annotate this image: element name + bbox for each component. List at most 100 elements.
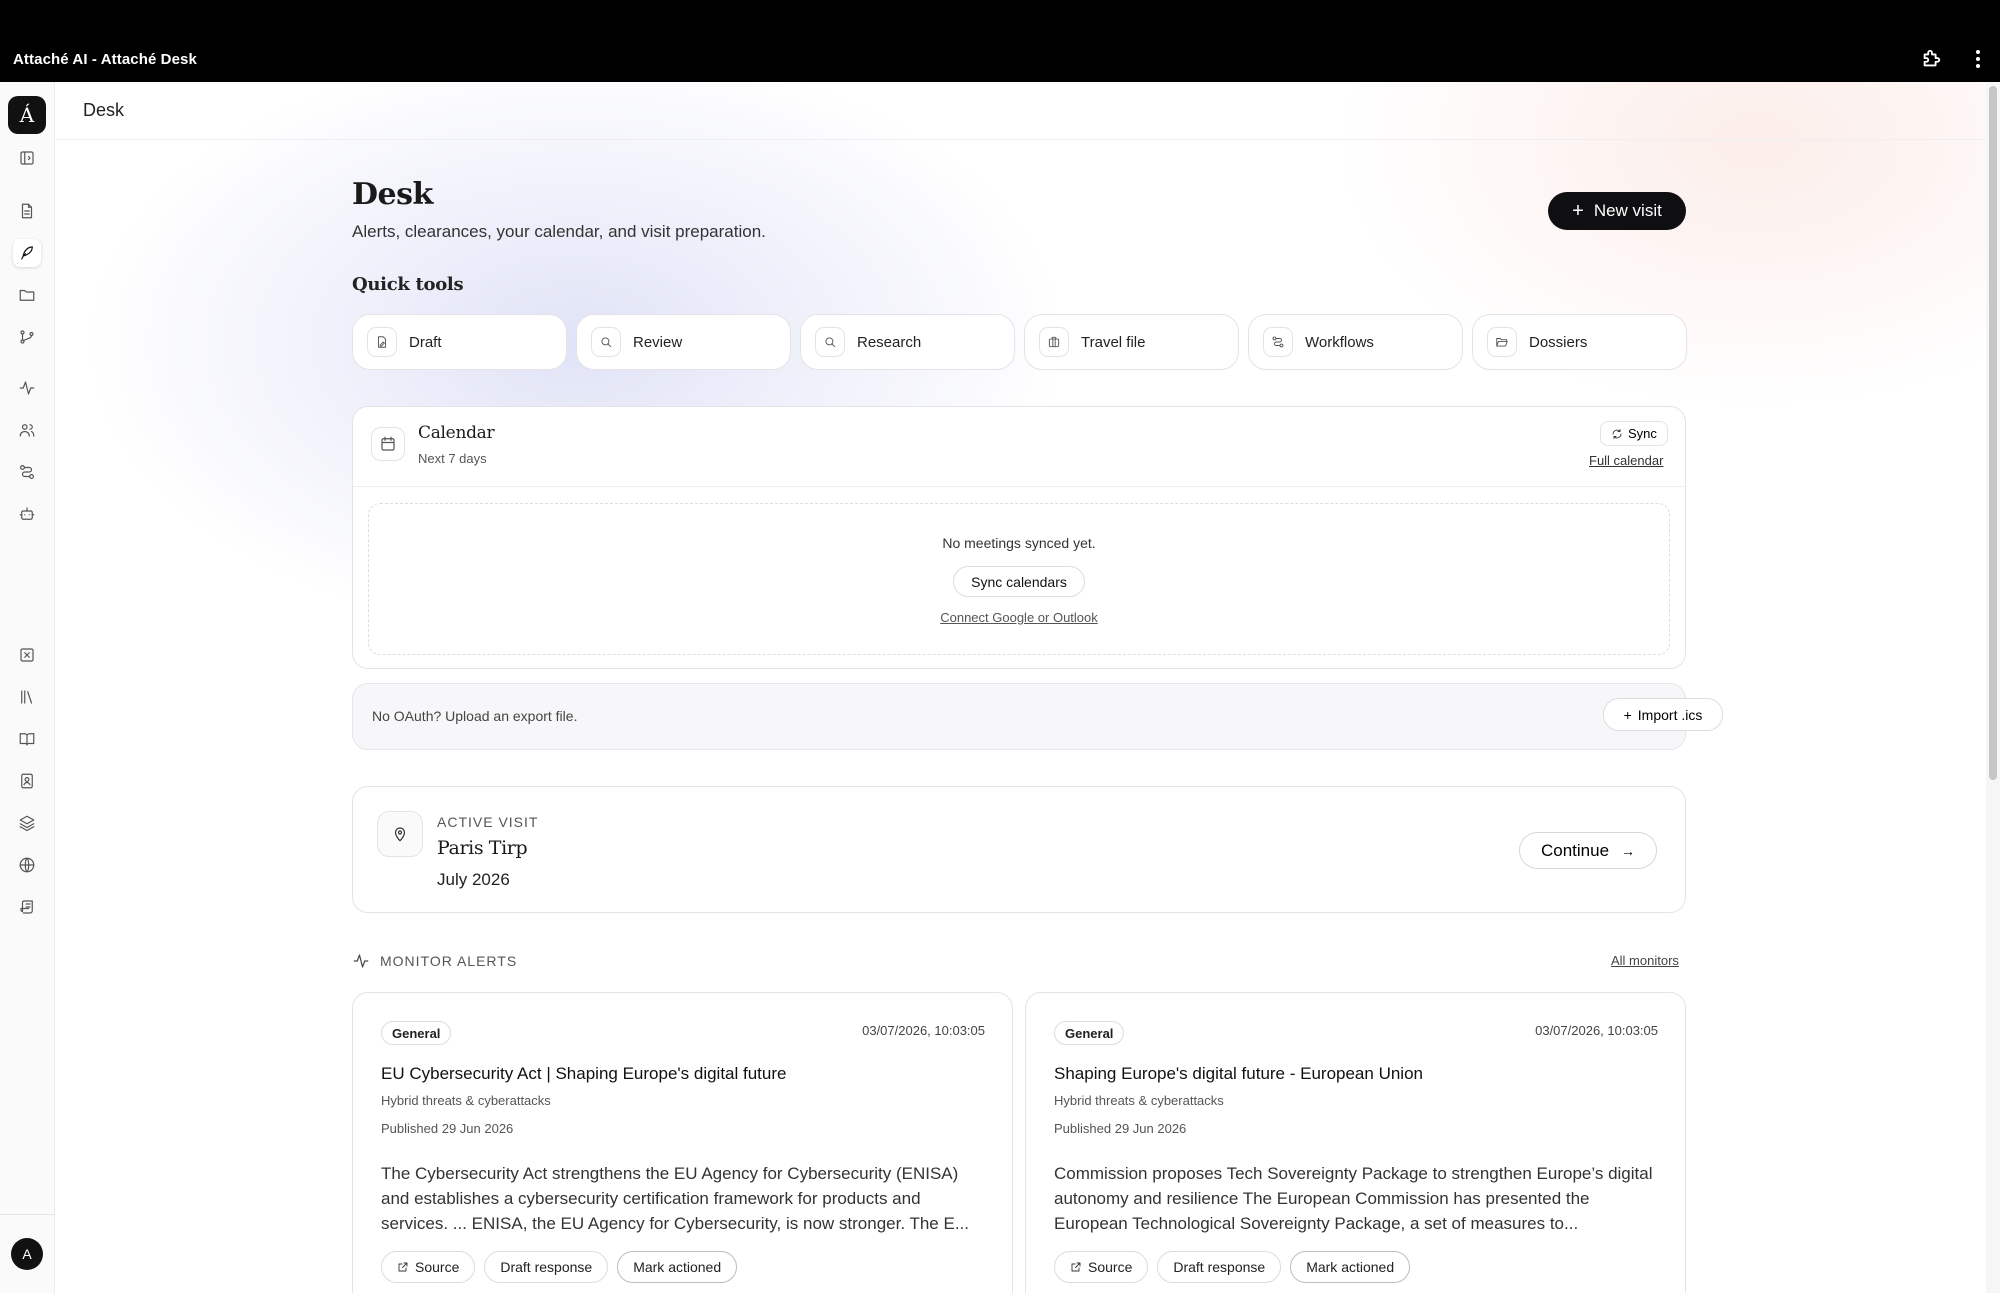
scrollbar-thumb[interactable] (1989, 86, 1997, 780)
quick-tool-label: Travel file (1081, 333, 1146, 351)
plus-icon: + (1572, 200, 1584, 222)
alert-published: Published 29 Jun 2026 (381, 1121, 514, 1136)
folder-icon[interactable] (13, 281, 41, 309)
panel-toggle-icon[interactable] (13, 144, 41, 172)
breadcrumb: Desk (83, 100, 125, 120)
scroll-icon[interactable] (13, 893, 41, 921)
quick-tools: Draft Review Research Travel file Workfl… (352, 314, 1687, 370)
import-ics-button[interactable]: + Import .ics (1603, 698, 1723, 731)
contact-book-icon[interactable] (13, 767, 41, 795)
refresh-icon (1612, 428, 1622, 439)
active-visit-label: ACTIVE VISIT (437, 814, 539, 830)
alert-category: Hybrid threats & cyberattacks (1054, 1093, 1224, 1108)
full-calendar-link[interactable]: Full calendar (1589, 453, 1663, 468)
calendar-title: Calendar (418, 423, 495, 443)
quick-tool-draft[interactable]: Draft (352, 314, 567, 370)
draft-icon (367, 327, 397, 357)
quick-tool-travel-file[interactable]: Travel file (1024, 314, 1239, 370)
branch-icon[interactable] (13, 323, 41, 351)
draft-response-button[interactable]: Draft response (484, 1251, 609, 1283)
alert-title[interactable]: Shaping Europe's digital future - Europe… (1054, 1064, 1423, 1084)
globe-icon[interactable] (13, 851, 41, 879)
main-area: Desk Desk Alerts, clearances, your calen… (56, 82, 1986, 1293)
alert-category: Hybrid threats & cyberattacks (381, 1093, 551, 1108)
x-box-icon[interactable] (13, 641, 41, 669)
page-title: Desk (352, 177, 433, 212)
sync-button[interactable]: Sync (1600, 421, 1668, 446)
sync-calendars-button[interactable]: Sync calendars (953, 566, 1085, 597)
window-titlebar: Attaché AI - Attaché Desk (0, 0, 2000, 82)
active-visit-name: Paris Tirp (437, 837, 528, 859)
calendar-header: Calendar Next 7 days Sync Full calendar (353, 407, 1685, 487)
more-options-icon[interactable] (1970, 48, 1986, 70)
activity-icon[interactable] (13, 374, 41, 402)
alert-title[interactable]: EU Cybersecurity Act | Shaping Europe's … (381, 1064, 786, 1084)
active-visit-date: July 2026 (437, 870, 510, 889)
mark-actioned-button[interactable]: Mark actioned (617, 1251, 738, 1283)
quill-icon[interactable] (13, 239, 41, 267)
alert-tag: General (1054, 1021, 1125, 1045)
extension-icon[interactable] (1920, 48, 1942, 70)
sync-label: Sync (1628, 426, 1657, 441)
continue-button[interactable]: Continue → (1519, 832, 1657, 869)
alert-body: Commission proposes Tech Sovereignty Pac… (1054, 1164, 1653, 1233)
alert-tag: General (381, 1021, 452, 1045)
alert-card: General 03/07/2026, 10:03:05 EU Cybersec… (352, 992, 1013, 1293)
source-button[interactable]: Source (1054, 1251, 1149, 1283)
ics-import-card: No OAuth? Upload an export file. + Impor… (352, 683, 1723, 750)
source-button[interactable]: Source (381, 1251, 476, 1283)
all-monitors-link[interactable]: All monitors (1611, 953, 1679, 968)
connect-accounts-link[interactable]: Connect Google or Outlook (369, 610, 1669, 625)
new-visit-label: New visit (1593, 201, 1662, 220)
bot-icon[interactable] (13, 500, 41, 528)
user-avatar[interactable]: A (11, 1238, 43, 1270)
source-label: Source (415, 1259, 460, 1275)
activity-icon (353, 954, 369, 968)
quick-tool-research[interactable]: Research (800, 314, 1015, 370)
users-icon[interactable] (13, 416, 41, 444)
arrow-right-icon: → (1621, 842, 1636, 859)
continue-label: Continue (1540, 840, 1610, 860)
page-subtitle: Alerts, clearances, your calendar, and v… (352, 222, 766, 241)
new-visit-button[interactable]: + New visit (1548, 192, 1686, 230)
alert-actions: Source Draft response Mark actioned (381, 1251, 738, 1283)
source-label: Source (1088, 1259, 1133, 1275)
window-title: Attaché AI - Attaché Desk (13, 51, 197, 68)
calendar-icon (371, 427, 405, 461)
calendar-subtitle: Next 7 days (418, 451, 487, 466)
quick-tool-label: Draft (409, 333, 442, 351)
sidebar: Á A (0, 82, 55, 1293)
alert-body: The Cybersecurity Act strengthens the EU… (381, 1164, 969, 1233)
library-icon[interactable] (13, 683, 41, 711)
calendar-card: Calendar Next 7 days Sync Full calendar … (352, 406, 1686, 669)
scrollbar[interactable] (1986, 82, 2000, 1293)
external-link-icon (1071, 1262, 1081, 1272)
search-icon (815, 327, 845, 357)
alert-actions: Source Draft response Mark actioned (1054, 1251, 1411, 1283)
external-link-icon (398, 1262, 408, 1272)
document-icon[interactable] (13, 197, 41, 225)
active-visit-card: ACTIVE VISIT Paris Tirp July 2026 Contin… (352, 786, 1686, 913)
draft-response-button[interactable]: Draft response (1157, 1251, 1282, 1283)
monitor-alerts-header: MONITOR ALERTS All monitors (352, 950, 1686, 972)
mark-actioned-button[interactable]: Mark actioned (1290, 1251, 1411, 1283)
alert-card: General 03/07/2026, 10:03:05 Shaping Eur… (1025, 992, 1686, 1293)
route-icon[interactable] (13, 458, 41, 486)
calendar-empty-state: No meetings synced yet. Sync calendars C… (368, 503, 1670, 655)
quick-tool-review[interactable]: Review (576, 314, 791, 370)
plus-icon: + (1623, 706, 1632, 723)
alert-timestamp: 03/07/2026, 10:03:05 (862, 1023, 985, 1038)
search-icon (591, 327, 621, 357)
quick-tool-label: Dossiers (1529, 333, 1588, 351)
app-logo[interactable]: Á (8, 96, 46, 134)
book-open-icon[interactable] (13, 725, 41, 753)
ics-note: No OAuth? Upload an export file. (372, 708, 578, 724)
import-ics-label: Import .ics (1637, 706, 1703, 723)
route-icon (1263, 327, 1293, 357)
quick-tool-dossiers[interactable]: Dossiers (1472, 314, 1687, 370)
briefcase-icon (1039, 327, 1069, 357)
quick-tool-label: Research (857, 333, 922, 351)
layers-icon[interactable] (13, 809, 41, 837)
quick-tool-label: Review (633, 333, 683, 351)
quick-tool-workflows[interactable]: Workflows (1248, 314, 1463, 370)
